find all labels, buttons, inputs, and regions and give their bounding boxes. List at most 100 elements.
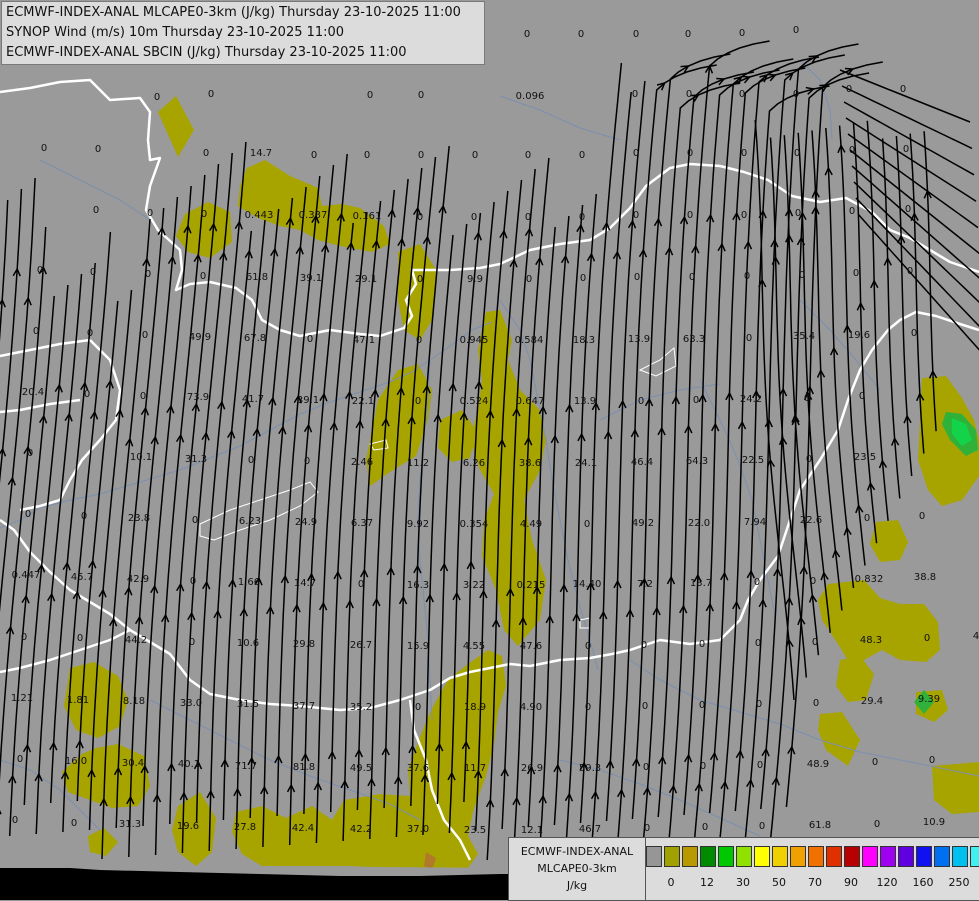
sbcin-value: 0 [77, 633, 83, 644]
sbcin-value: 0 [642, 701, 648, 712]
sbcin-value: 0 [203, 148, 209, 159]
legend-swatch [880, 846, 896, 867]
sbcin-value: 0 [687, 210, 693, 221]
title-line-sbcin: ECMWF-INDEX-ANAL SBCIN (J/kg) Thursday 2… [6, 45, 407, 60]
sbcin-value: 73.9 [187, 392, 209, 403]
sbcin-value: 0 [759, 821, 765, 832]
sbcin-value: 0 [201, 209, 207, 220]
sbcin-value: 14.40 [573, 579, 602, 590]
legend-tick-label: 0 [667, 876, 675, 889]
sbcin-value: 0 [849, 206, 855, 217]
legend-tick-label: 90 [844, 876, 858, 889]
sbcin-value: 26.7 [350, 640, 372, 651]
sbcin-value: 13.9 [574, 396, 596, 407]
sbcin-value: 9.39 [918, 694, 940, 705]
sbcin-value: 0 [579, 150, 585, 161]
sbcin-value: 14.7 [250, 148, 272, 159]
sbcin-value: 10.6 [237, 638, 259, 649]
sbcin-value: 0 [907, 266, 913, 277]
map-title-box: ECMWF-INDEX-ANAL MLCAPE0-3km (J/kg) Thur… [1, 1, 485, 65]
sbcin-value: 49.9 [189, 332, 211, 343]
sbcin-value: 7.2 [637, 579, 653, 590]
sbcin-value: 37.7 [293, 701, 315, 712]
legend-tick-label: 50 [772, 876, 786, 889]
sbcin-value: 0 [304, 456, 310, 467]
sbcin-value: 0.647 [516, 396, 545, 407]
sbcin-value: 0 [919, 511, 925, 522]
sbcin-value: 0 [746, 333, 752, 344]
legend-swatch [646, 846, 662, 867]
color-legend: ECMWF-INDEX-ANAL MLCAPE0-3km J/kg 0 12 30 5… [508, 837, 979, 901]
legend-swatch [952, 846, 968, 867]
sbcin-value: 11.2 [407, 458, 429, 469]
sbcin-value: 0 [200, 271, 206, 282]
sbcin-value: 0 [417, 212, 423, 223]
title-line-wind: SYNOP Wind (m/s) 10m Thursday 23-10-2025… [6, 25, 345, 40]
sbcin-value: 9.9 [467, 274, 483, 285]
sbcin-value: 2.46 [351, 457, 373, 468]
sbcin-value: 23.5 [854, 452, 876, 463]
sbcin-value: 4.49 [520, 519, 542, 530]
sbcin-value: 0 [472, 150, 478, 161]
sbcin-value: 38.8 [914, 572, 936, 583]
sbcin-value: 0 [525, 212, 531, 223]
sbcin-value: 29.8 [293, 639, 315, 650]
sbcin-value: 0 [685, 29, 691, 40]
sbcin-value: 0 [21, 632, 27, 643]
sbcin-value: 0 [578, 29, 584, 40]
sbcin-value: 31.3 [185, 454, 207, 465]
sbcin-value: 4 [973, 631, 979, 642]
sbcin-value: 0 [307, 334, 313, 345]
sbcin-value: 63.3 [683, 334, 705, 345]
weather-map: 0 0 0 0 0.096 0 0 0 0 0 0 0 0 0 0 0 0 0 0 0 14.7 0 0 0 0 0 0 0 0 0 0 0 0… [0, 0, 979, 900]
sbcin-value: 0 [142, 330, 148, 341]
legend-swatch [718, 846, 734, 867]
legend-swatch [772, 846, 788, 867]
sbcin-value: 0.524 [460, 396, 489, 407]
sbcin-value: 0 [416, 335, 422, 346]
legend-tick-label: 160 [912, 876, 934, 889]
sbcin-value: 0 [903, 144, 909, 155]
sbcin-value: 0 [633, 148, 639, 159]
sbcin-value: 0 [699, 700, 705, 711]
sbcin-value: 24.2 [740, 394, 762, 405]
sbcin-value: 0 [929, 755, 935, 766]
sbcin-value: 0 [632, 89, 638, 100]
sbcin-value: 8.18 [123, 696, 145, 707]
sbcin-value: 16.0 [65, 756, 87, 767]
sbcin-value: 64.3 [686, 456, 708, 467]
sbcin-value: 81.8 [293, 762, 315, 773]
sbcin-value: 19.6 [848, 330, 870, 341]
sbcin-value: 0 [799, 270, 805, 281]
sbcin-value: 4.55 [463, 641, 485, 652]
sbcin-value: 7.94 [744, 517, 766, 528]
sbcin-value: 0 [794, 148, 800, 159]
sbcin-value: 1.66 [238, 577, 260, 588]
sbcin-value: 15.9 [407, 641, 429, 652]
legend-swatch [844, 846, 860, 867]
sbcin-value: 0 [812, 637, 818, 648]
sbcin-value: 0.215 [517, 580, 546, 591]
sbcin-value: 48.9 [807, 759, 829, 770]
sbcin-value: 0 [526, 274, 532, 285]
sbcin-value: 0 [806, 454, 812, 465]
legend-tick-label: 250 [948, 876, 970, 889]
legend-swatch [808, 846, 824, 867]
sbcin-value: 22.6 [800, 515, 822, 526]
sbcin-value: 0 [741, 148, 747, 159]
sbcin-value: 3.22 [463, 580, 485, 591]
sbcin-value: 27.8 [234, 822, 256, 833]
legend-swatch [916, 846, 932, 867]
sbcin-value: 0 [585, 641, 591, 652]
sbcin-value: 1.81 [67, 695, 89, 706]
sbcin-value: 18.9 [464, 702, 486, 713]
sbcin-value: 24.9 [295, 517, 317, 528]
sbcin-value: 46.4 [631, 457, 653, 468]
sbcin-value: 0 [634, 272, 640, 283]
sbcin-value: 4.90 [520, 702, 542, 713]
sbcin-value: 31.3 [119, 819, 141, 830]
sbcin-value: 0 [633, 29, 639, 40]
sbcin-value: 0 [71, 818, 77, 829]
sbcin-value: 0.447 [12, 570, 41, 581]
sbcin-value: 0 [140, 391, 146, 402]
